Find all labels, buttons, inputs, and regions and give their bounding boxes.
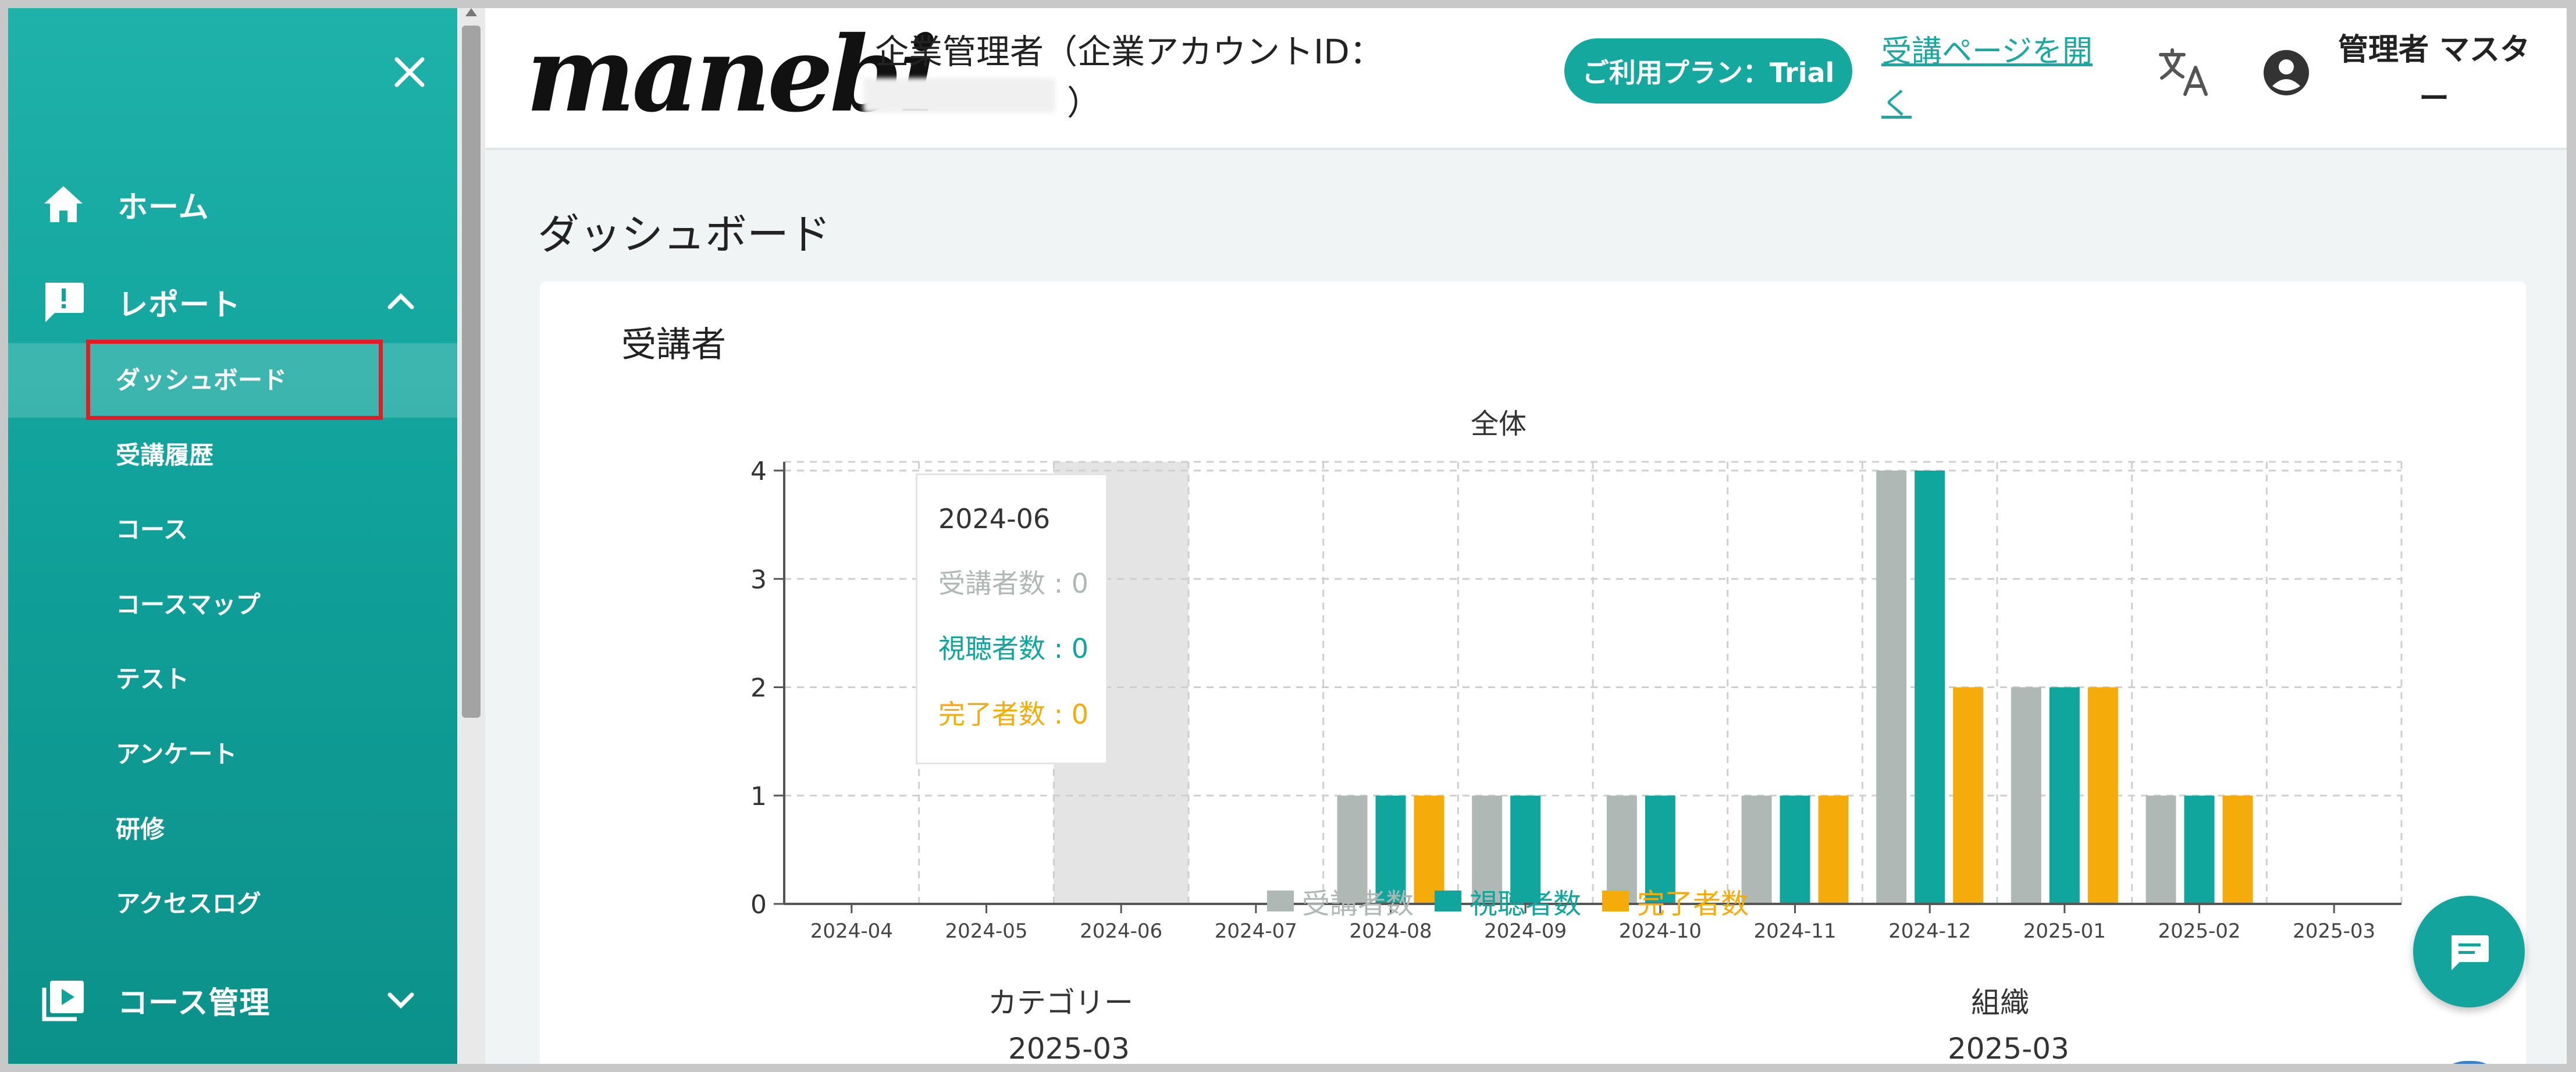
- scroll-thumb[interactable]: [462, 26, 481, 718]
- y-tick-label: 0: [750, 890, 767, 920]
- legend-label: 完了者数: [1637, 888, 1749, 920]
- sidebar-subitem-test[interactable]: テスト: [8, 642, 457, 717]
- sidebar-item-home[interactable]: ホーム: [8, 166, 457, 242]
- sidebar-subitem-accesslog[interactable]: アクセスログ: [8, 867, 457, 941]
- open-learning-page-link[interactable]: 受講ページを開く: [1881, 26, 2114, 130]
- bar-viewers: [1780, 795, 1810, 904]
- app-window: ホーム レポート ダッシュボード 受講履歴 コース コースマップ テスト アンケ…: [8, 8, 2567, 1064]
- chart-tooltip: 2024-06 受講者数 : 0 視聴者数 : 0 完了者数 : 0: [916, 473, 1108, 764]
- sidebar-item-report[interactable]: レポート: [8, 264, 457, 340]
- sidebar-subitem-coursemap[interactable]: コースマップ: [8, 568, 457, 642]
- bar-completed: [1818, 795, 1849, 904]
- sidebar-item-course-management[interactable]: コース管理: [8, 962, 457, 1038]
- chevron-down-icon[interactable]: [380, 980, 421, 1020]
- company-label-close: ）: [1067, 83, 1101, 123]
- bar-completed: [2222, 795, 2253, 904]
- legend-label: 受講者数: [1302, 888, 1414, 920]
- org-section-title: 組織: [1971, 986, 2029, 1020]
- sidebar: ホーム レポート ダッシュボード 受講履歴 コース コースマップ テスト アンケ…: [8, 8, 457, 1064]
- tooltip-completed: 完了者数 : 0: [938, 699, 1089, 730]
- bar-viewers: [1915, 471, 1945, 904]
- category-section-title: カテゴリー: [988, 986, 1133, 1020]
- sidebar-item-label: レポート: [118, 287, 241, 323]
- home-icon: [44, 186, 83, 222]
- sidebar-subitem-label: 受講履歴: [116, 441, 214, 469]
- chat-icon: [2452, 935, 2489, 970]
- x-tick-label: 2024-08: [1349, 920, 1432, 943]
- x-tick-label: 2025-02: [2158, 920, 2240, 943]
- page-title: ダッシュボード: [538, 210, 831, 259]
- active-item-highlight-box: [86, 340, 383, 420]
- bar-viewers: [2049, 687, 2080, 904]
- x-tick-label: 2024-04: [810, 920, 893, 943]
- sidebar-subitem-course[interactable]: コース: [8, 493, 457, 567]
- legend-swatch: [1267, 891, 1294, 911]
- tooltip-enrolled: 受講者数 : 0: [938, 568, 1089, 599]
- legend-swatch: [1602, 891, 1629, 911]
- x-tick-label: 2024-07: [1215, 920, 1297, 943]
- legend-label: 視聴者数: [1470, 888, 1582, 920]
- y-tick-label: 2: [750, 674, 767, 703]
- bar-enrolled: [2011, 687, 2041, 904]
- tooltip-month: 2024-06: [938, 503, 1051, 535]
- translate-icon[interactable]: [2155, 43, 2213, 101]
- bar-enrolled: [2146, 795, 2176, 904]
- bar-enrolled: [1876, 471, 1907, 904]
- x-tick-label: 2024-09: [1484, 920, 1567, 943]
- sidebar-subitem-label: コースマップ: [116, 590, 261, 619]
- y-tick-label: 1: [750, 782, 767, 811]
- user-avatar-icon[interactable]: [2262, 49, 2310, 97]
- category-month: 2025-03: [1008, 1032, 1130, 1064]
- chart-legend: 受講者数 視聴者数 完了者数: [1267, 881, 1749, 921]
- sidebar-subitem-history[interactable]: 受講履歴: [8, 418, 457, 493]
- sidebar-subitem-label: テスト: [116, 665, 190, 693]
- x-tick-label: 2025-01: [2023, 920, 2106, 943]
- chat-button[interactable]: [2413, 896, 2525, 1007]
- x-tick-label: 2025-03: [2293, 920, 2375, 943]
- y-tick-label: 4: [750, 457, 767, 486]
- sidebar-subitem-training[interactable]: 研修: [8, 792, 457, 867]
- course-play-icon: [42, 981, 84, 1021]
- bar-completed: [2087, 687, 2118, 904]
- bar-completed: [1953, 687, 1984, 904]
- sidebar-subitem-label: アクセスログ: [116, 889, 261, 918]
- sidebar-subitem-survey[interactable]: アンケート: [8, 717, 457, 792]
- bar-viewers: [2184, 795, 2215, 904]
- tooltip-viewers: 視聴者数 : 0: [938, 633, 1089, 664]
- report-icon: [45, 283, 84, 322]
- x-tick-label: 2024-12: [1888, 920, 1971, 943]
- company-id-redacted: [863, 78, 1055, 113]
- scroll-up-arrow-icon[interactable]: [465, 8, 477, 16]
- x-tick-label: 2024-10: [1619, 920, 1702, 943]
- legend-item-viewers[interactable]: 視聴者数: [1435, 881, 1581, 921]
- org-month: 2025-03: [1948, 1032, 2069, 1064]
- bar-chart: 0 1 2 3 4 2024-04 2024-05 2024-06 2024-07 2024-08…: [750, 457, 2403, 943]
- x-tick-label: 2024-11: [1753, 920, 1836, 943]
- plan-badge: ご利用プラン：Trial: [1564, 38, 1852, 104]
- company-label: 企業管理者（企業アカウントID：: [875, 32, 1383, 72]
- sidebar-subitem-label: アンケート: [116, 740, 237, 768]
- user-name[interactable]: 管理者 マスター: [2335, 26, 2533, 123]
- sidebar-subitem-label: 研修: [116, 815, 165, 843]
- sidebar-scrollbar[interactable]: [457, 8, 485, 1064]
- top-header: manebi 企業管理者（企業アカウントID： ） ご利用プラン：Trial 受…: [485, 8, 2567, 150]
- dashboard-card: 受講者 全体 0 1 2 3 4 2024-04 2024-05 2024-06 2024-07…: [540, 282, 2526, 1064]
- x-tick-label: 2024-05: [945, 920, 1027, 943]
- sidebar-subitem-label: コース: [116, 515, 188, 544]
- legend-item-enrolled[interactable]: 受講者数: [1267, 881, 1414, 921]
- sidebar-item-label: コース管理: [118, 985, 271, 1021]
- close-icon[interactable]: [386, 49, 433, 95]
- legend-item-completed[interactable]: 完了者数: [1602, 881, 1749, 921]
- sidebar-item-label: ホーム: [118, 190, 209, 225]
- y-tick-label: 3: [750, 565, 767, 594]
- legend-swatch: [1435, 891, 1462, 911]
- x-tick-label: 2024-06: [1080, 920, 1162, 943]
- chevron-up-icon[interactable]: [380, 282, 421, 322]
